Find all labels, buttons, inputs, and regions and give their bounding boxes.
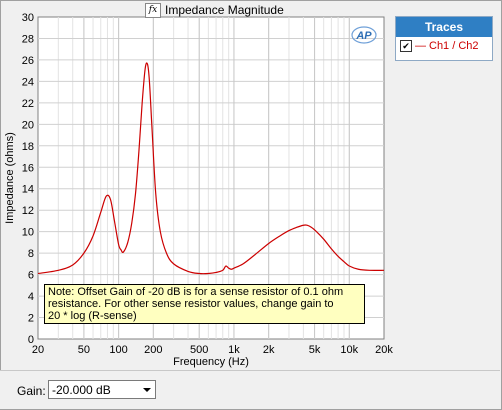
y-tick-label: 16: [22, 162, 34, 174]
y-tick-label: 12: [22, 205, 34, 217]
sense-resistor-note: Note: Offset Gain of -20 dB is for a sen…: [44, 284, 365, 324]
traces-header: Traces: [396, 17, 492, 37]
chart-title-bar: fx Impedance Magnitude: [145, 2, 284, 18]
x-tick-label: 5k: [309, 344, 321, 356]
y-tick-label: 28: [22, 33, 34, 45]
chart-title: Impedance Magnitude: [165, 3, 284, 17]
y-tick-label: 18: [22, 141, 34, 153]
x-tick-label: 200: [144, 344, 162, 356]
y-tick-label: 22: [22, 98, 34, 110]
trace-line-swatch: —: [415, 40, 426, 52]
y-tick-label: 8: [28, 248, 34, 260]
x-tick-label: 20: [32, 344, 44, 356]
x-tick-label: 20k: [375, 344, 393, 356]
x-tick-label: 50: [78, 344, 90, 356]
trace-checkbox[interactable]: ✔: [400, 40, 412, 52]
y-tick-label: 26: [22, 55, 34, 67]
y-tick-label: 10: [22, 227, 34, 239]
x-tick-label: 1k: [228, 344, 240, 356]
gain-dropdown[interactable]: -20.000 dB: [48, 380, 156, 399]
trace-label: Ch1 / Ch2: [429, 40, 479, 52]
x-axis-title: Frequency (Hz): [173, 356, 249, 368]
gain-value: -20.000 dB: [52, 382, 111, 397]
y-axis-title: Impedance (ohms): [4, 132, 16, 224]
x-tick-label: 10k: [340, 344, 358, 356]
bottom-toolbar: Gain: -20.000 dB: [0, 370, 500, 409]
y-tick-label: 14: [22, 184, 34, 196]
fx-icon[interactable]: fx: [145, 2, 161, 18]
y-tick-label: 20: [22, 119, 34, 131]
x-tick-label: 500: [190, 344, 208, 356]
chevron-down-icon[interactable]: [143, 388, 151, 392]
x-tick-label: 100: [109, 344, 127, 356]
trace-item-ch1-ch2[interactable]: ✔ — Ch1 / Ch2: [396, 37, 492, 52]
y-tick-label: 6: [28, 270, 34, 282]
y-tick-label: 24: [22, 76, 34, 88]
y-tick-label: 2: [28, 313, 34, 325]
y-tick-label: 4: [28, 291, 34, 303]
traces-panel: Traces ✔ — Ch1 / Ch2: [395, 16, 493, 61]
y-tick-label: 30: [22, 12, 34, 24]
x-tick-label: 2k: [263, 344, 275, 356]
ap-logo-text: AP: [355, 30, 372, 42]
gain-label: Gain:: [17, 384, 46, 398]
